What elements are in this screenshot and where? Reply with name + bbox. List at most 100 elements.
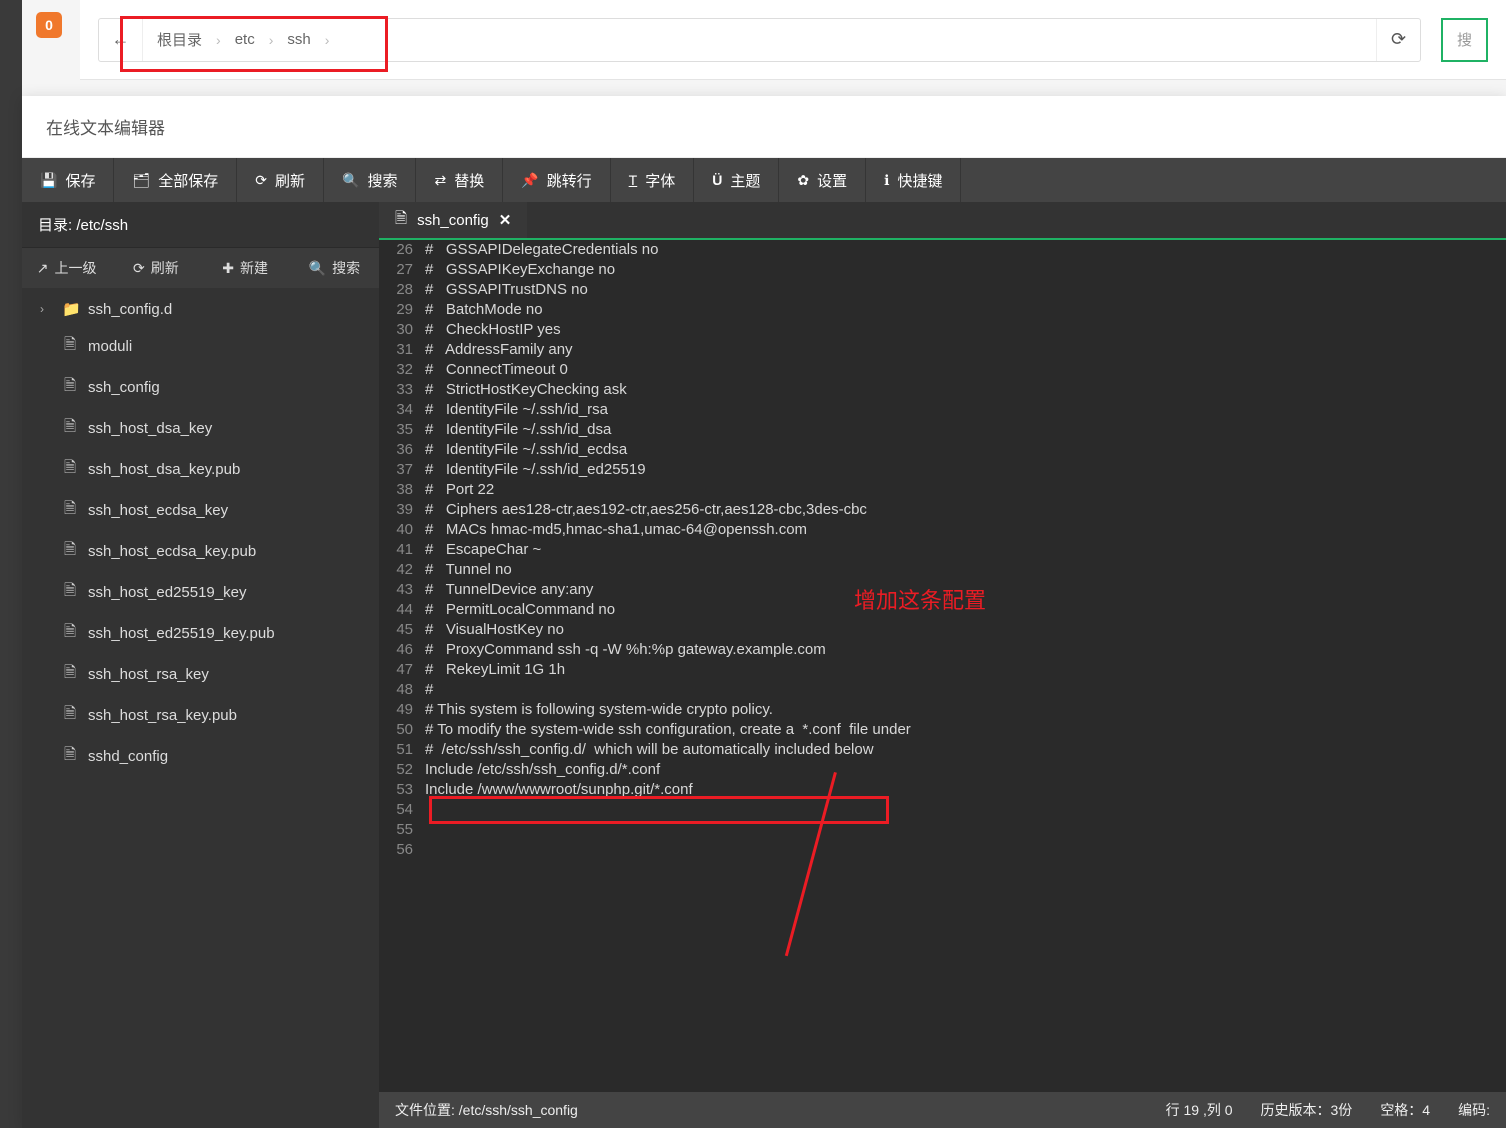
code-line-text[interactable]: # PermitLocalCommand no — [425, 600, 615, 620]
code-line-text[interactable]: # GSSAPITrustDNS no — [425, 280, 588, 300]
jump-button[interactable]: 📌跳转行 — [503, 158, 610, 202]
code-line-text[interactable]: # IdentityFile ~/.ssh/id_ecdsa — [425, 440, 627, 460]
code-line-text[interactable]: # IdentityFile ~/.ssh/id_ed25519 — [425, 460, 646, 480]
code-line-text[interactable]: # GSSAPIKeyExchange no — [425, 260, 615, 280]
file-icon: 🗎 — [62, 334, 78, 359]
tree-file[interactable]: 🗎ssh_host_rsa_key — [22, 654, 379, 695]
line-number: 39 — [379, 500, 425, 520]
code-line-text[interactable]: # ProxyCommand ssh -q -W %h:%p gateway.e… — [425, 640, 826, 660]
code-line-text[interactable]: # StrictHostKeyChecking ask — [425, 380, 627, 400]
saveall-button[interactable]: 🗂全部保存 — [114, 158, 237, 202]
file-icon: 🗎 — [62, 416, 78, 441]
font-icon: T — [629, 172, 638, 188]
line-number: 37 — [379, 460, 425, 480]
code-line-text[interactable]: # — [425, 680, 433, 700]
search-button[interactable]: 🔍搜索 — [324, 158, 416, 202]
line-number: 51 — [379, 740, 425, 760]
code-editor[interactable]: 26# GSSAPIDelegateCredentials no27# GSSA… — [379, 240, 1506, 1092]
line-number: 27 — [379, 260, 425, 280]
line-number: 42 — [379, 560, 425, 580]
code-line-text[interactable]: # EscapeChar ~ — [425, 540, 541, 560]
tree-item-label: moduli — [88, 338, 132, 355]
save-button[interactable]: 💾保存 — [22, 158, 114, 202]
refresh-tree-button[interactable]: ⟳刷新 — [111, 248, 200, 288]
tree-file[interactable]: 🗎ssh_host_rsa_key.pub — [22, 695, 379, 736]
cursor-position: 行 19 ,列 0 — [1166, 1100, 1233, 1120]
breadcrumb-root[interactable]: 根目录 — [143, 29, 216, 50]
line-number: 40 — [379, 520, 425, 540]
code-line-text[interactable]: # Port 22 — [425, 480, 494, 500]
line-number: 38 — [379, 480, 425, 500]
tree-file[interactable]: 🗎ssh_host_dsa_key.pub — [22, 449, 379, 490]
editor-tab[interactable]: 🗎 ssh_config ✕ — [379, 202, 527, 238]
line-number: 41 — [379, 540, 425, 560]
code-line-text[interactable]: Include /etc/ssh/ssh_config.d/*.conf — [425, 760, 660, 780]
refresh-button[interactable]: ⟳ — [1376, 19, 1420, 61]
share-icon: ↗ — [37, 260, 49, 277]
code-line-text[interactable]: # Tunnel no — [425, 560, 512, 580]
replace-button[interactable]: ⇄替换 — [416, 158, 503, 202]
search-tree-button[interactable]: 🔍搜索 — [290, 248, 379, 288]
line-number: 35 — [379, 420, 425, 440]
tree-file[interactable]: 🗎 moduli — [22, 326, 379, 367]
code-line-text[interactable]: # AddressFamily any — [425, 340, 573, 360]
code-line-text[interactable]: # BatchMode no — [425, 300, 543, 320]
file-icon: 🗎 — [62, 621, 78, 646]
tree-file[interactable]: 🗎sshd_config — [22, 736, 379, 777]
new-button[interactable]: ✚新建 — [201, 248, 290, 288]
tree-item-label: ssh_host_rsa_key.pub — [88, 707, 237, 724]
settings-button[interactable]: ✿设置 — [779, 158, 866, 202]
indent-status[interactable]: 空格：4 — [1380, 1100, 1430, 1120]
code-line-text[interactable]: # TunnelDevice any:any — [425, 580, 593, 600]
tree-item-label: ssh_config — [88, 379, 160, 396]
code-line-text[interactable]: # Ciphers aes128-ctr,aes192-ctr,aes256-c… — [425, 500, 867, 520]
code-line-text[interactable]: # GSSAPIDelegateCredentials no — [425, 240, 658, 260]
tree-file[interactable]: 🗎ssh_host_ed25519_key — [22, 572, 379, 613]
code-line-text[interactable]: # MACs hmac-md5,hmac-sha1,umac-64@openss… — [425, 520, 807, 540]
tree-item-label: ssh_host_rsa_key — [88, 666, 209, 683]
file-icon: 🗎 — [62, 539, 78, 564]
code-line-text[interactable]: # IdentityFile ~/.ssh/id_rsa — [425, 400, 608, 420]
tree-item-label: ssh_host_ed25519_key — [88, 584, 246, 601]
close-tab-button[interactable]: ✕ — [499, 211, 512, 229]
line-number: 43 — [379, 580, 425, 600]
code-line-text[interactable]: # RekeyLimit 1G 1h — [425, 660, 565, 680]
editor-window-title: 在线文本编辑器 — [22, 96, 1506, 158]
code-line-text[interactable]: # VisualHostKey no — [425, 620, 564, 640]
code-line-text[interactable]: # To modify the system-wide ssh configur… — [425, 720, 911, 740]
tree-file[interactable]: 🗎ssh_host_ed25519_key.pub — [22, 613, 379, 654]
code-line-text[interactable]: # IdentityFile ~/.ssh/id_dsa — [425, 420, 611, 440]
breadcrumb-back-button[interactable]: ← — [99, 19, 143, 61]
encoding-status[interactable]: 编码: — [1458, 1100, 1490, 1120]
breadcrumb-item[interactable]: ssh — [273, 31, 324, 48]
tree-file[interactable]: 🗎ssh_host_ecdsa_key — [22, 490, 379, 531]
breadcrumb-item[interactable]: etc — [221, 31, 269, 48]
code-line-text[interactable]: # This system is following system-wide c… — [425, 700, 773, 720]
notification-badge[interactable]: 0 — [36, 12, 62, 38]
theme-button[interactable]: Ü主题 — [694, 158, 779, 202]
tree-folder[interactable]: ›📁ssh_config.d — [22, 292, 379, 326]
refresh-button[interactable]: ⟳刷新 — [237, 158, 324, 202]
file-tree-sidebar: 目录: /etc/ssh ↗上一级 ⟳刷新 ✚新建 🔍搜索 ›📁ssh_conf… — [22, 202, 379, 1128]
line-number: 34 — [379, 400, 425, 420]
tree-file[interactable]: 🗎ssh_host_ecdsa_key.pub — [22, 531, 379, 572]
up-level-button[interactable]: ↗上一级 — [22, 248, 111, 288]
code-line-text[interactable]: Include /www/wwwroot/sunphp.git/*.conf — [425, 780, 693, 800]
line-number: 56 — [379, 840, 425, 860]
file-icon: 🗎 — [62, 498, 78, 523]
file-icon: 🗎 — [395, 208, 407, 233]
code-line-text[interactable]: # CheckHostIP yes — [425, 320, 561, 340]
code-line-text[interactable]: # /etc/ssh/ssh_config.d/ which will be a… — [425, 740, 874, 760]
shortcut-button[interactable]: ℹ快捷键 — [866, 158, 961, 202]
theme-icon: Ü — [712, 172, 722, 188]
history-status[interactable]: 历史版本：3份 — [1261, 1100, 1353, 1120]
code-line-text[interactable]: # ConnectTimeout 0 — [425, 360, 568, 380]
font-button[interactable]: T字体 — [611, 158, 695, 202]
folder-icon: 📁 — [62, 300, 78, 318]
search-input[interactable]: 搜 — [1441, 18, 1488, 62]
refresh-icon: ⟳ — [255, 172, 267, 189]
tree-file[interactable]: 🗎ssh_config — [22, 367, 379, 408]
tree-file[interactable]: 🗎ssh_host_dsa_key — [22, 408, 379, 449]
file-icon: 🗎 — [62, 744, 78, 769]
chevron-right-icon: › — [40, 302, 52, 316]
